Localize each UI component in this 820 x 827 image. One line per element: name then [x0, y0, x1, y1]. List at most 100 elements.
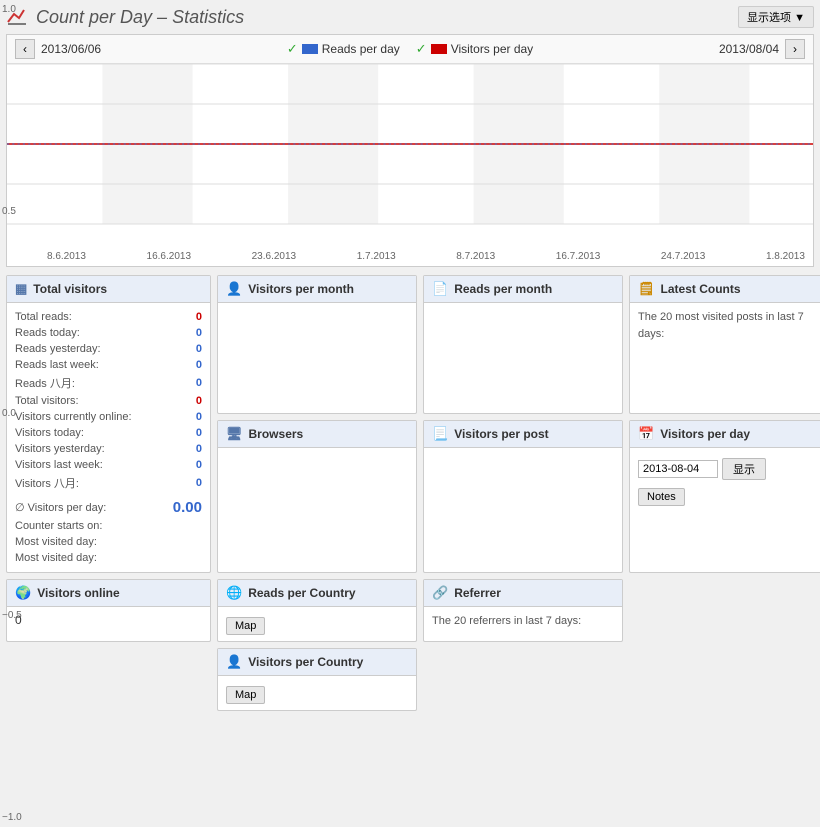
visitors-country-body: Map — [218, 676, 416, 710]
visitors-legend-label: Visitors per day — [451, 42, 533, 56]
referrer-body: The 20 referrers in last 7 days: — [424, 607, 622, 636]
visitors-country-widget: 👤 Visitors per Country Map — [217, 648, 417, 711]
visitors-month-header: 👤 Visitors per month — [218, 276, 416, 303]
reads-check-icon: ✓ — [287, 41, 298, 57]
referrer-icon: 🔗 — [432, 585, 448, 601]
reads-country-title: Reads per Country — [248, 586, 355, 600]
reads-month-widget: 📄 Reads per month — [423, 275, 623, 414]
page-title: Count per Day – Statistics — [36, 7, 244, 28]
reads-legend-label: Reads per day — [322, 42, 400, 56]
visitors-day-right-header: 📅 Visitors per day — [630, 421, 820, 448]
visitors-post-header: 📃 Visitors per post — [424, 421, 622, 448]
visitors-day-display-button[interactable]: 显示 — [722, 458, 766, 480]
chart-toolbar: ‹ 2013/06/06 ✓ Reads per day ✓ Visitors … — [7, 35, 813, 64]
chart-with-ylabels: 1.0 0.5 0.0 −0.5 −1.0 — [7, 64, 813, 249]
reads-country-widget: 🌐 Reads per Country Map — [217, 579, 417, 642]
browsers-header: 🖥 Browsers — [218, 421, 416, 448]
reads-country-header: 🌐 Reads per Country — [218, 580, 416, 607]
stat-visitors-today: Visitors today: 0 — [15, 425, 202, 441]
stat-visitors-online: Visitors currently online: 0 — [15, 409, 202, 425]
visitors-month-widget: 👤 Visitors per month — [217, 275, 417, 414]
latest-counts-body: The 20 most visited posts in last 7 days… — [630, 303, 820, 348]
referrer-widget: 🔗 Referrer The 20 referrers in last 7 da… — [423, 579, 623, 642]
legend-reads: ✓ Reads per day — [287, 41, 400, 57]
avg-label: ∅ Visitors per day: — [15, 501, 106, 514]
avg-value: 0.00 — [173, 499, 202, 516]
visitors-month-body — [218, 303, 416, 353]
browsers-title: Browsers — [249, 427, 304, 441]
visitors-country-title: Visitors per Country — [248, 655, 363, 669]
post-icon: 📃 — [432, 426, 448, 442]
total-visitors-body: Total reads: 0 Reads today: 0 Reads yest… — [7, 303, 210, 572]
stat-visitors-month: Visitors 八月: 0 — [15, 473, 202, 493]
visitors-check-icon: ✓ — [416, 41, 427, 57]
reads-icon: 📄 — [432, 281, 448, 297]
stat-most-visited-2: Most visited day: — [15, 550, 202, 566]
visitors-country-header: 👤 Visitors per Country — [218, 649, 416, 676]
visitors-online-title: Visitors online — [37, 586, 119, 600]
reads-month-header: 📄 Reads per month — [424, 276, 622, 303]
stat-reads-lastweek: Reads last week: 0 — [15, 357, 202, 373]
chart-legend: ✓ Reads per day ✓ Visitors per day — [287, 41, 533, 57]
visitors-day-controls: 显示 — [638, 454, 820, 484]
page-container: Count per Day – Statistics 显示选项 ▼ ‹ 2013… — [0, 0, 820, 717]
visitors-month-title: Visitors per month — [248, 282, 354, 296]
browser-icon: 🖥 — [226, 426, 243, 442]
browsers-body — [218, 448, 416, 498]
visitors-day-date-input[interactable] — [638, 460, 718, 478]
widgets-grid: ▦ Total visitors Total reads: 0 Reads to… — [6, 275, 814, 711]
visitors-day-notes-button[interactable]: Notes — [638, 488, 685, 506]
chart-nav-right[interactable]: › — [785, 39, 805, 59]
visitors-day-right-body: 显示 Notes — [630, 448, 820, 512]
latest-counts-desc: The 20 most visited posts in last 7 days… — [638, 311, 804, 340]
visitors-country-icon: 👤 — [226, 654, 242, 670]
visitors-online-header: 🌍 Visitors online — [7, 580, 210, 607]
chart-date-left: 2013/06/06 — [41, 42, 101, 56]
page-header: Count per Day – Statistics 显示选项 ▼ — [6, 6, 814, 28]
chart-date-right: 2013/08/04 — [719, 42, 779, 56]
referrer-header: 🔗 Referrer — [424, 580, 622, 607]
total-visitors-title: Total visitors — [33, 282, 107, 296]
stat-total-visitors: Total visitors: 0 — [15, 393, 202, 409]
visitors-color-swatch — [431, 44, 447, 54]
page-title-area: Count per Day – Statistics — [6, 6, 244, 28]
chart-canvas-area — [7, 64, 813, 249]
stat-visitors-lastweek: Visitors last week: 0 — [15, 457, 202, 473]
chart-svg — [7, 64, 813, 249]
chart-x-labels: 8.6.2013 16.6.2013 23.6.2013 1.7.2013 8.… — [7, 249, 813, 266]
legend-visitors: ✓ Visitors per day — [416, 41, 533, 57]
day-icon: 📅 — [638, 426, 654, 442]
stat-reads-month: Reads 八月: 0 — [15, 373, 202, 393]
latest-counts-widget: 🗒 Latest Counts The 20 most visited post… — [629, 275, 820, 414]
total-visitors-widget: ▦ Total visitors Total reads: 0 Reads to… — [6, 275, 211, 573]
referrer-desc: The 20 referrers in last 7 days: — [432, 615, 581, 627]
stat-visitors-yesterday: Visitors yesterday: 0 — [15, 441, 202, 457]
person-icon: 👤 — [226, 281, 242, 297]
counter-label: Counter starts on: — [15, 520, 102, 532]
total-visitors-header: ▦ Total visitors — [7, 276, 210, 303]
globe-icon: 🌐 — [226, 585, 242, 601]
visitors-day-right-title: Visitors per day — [660, 427, 750, 441]
latest-counts-title: Latest Counts — [661, 282, 741, 296]
stat-counter-starts: Counter starts on: — [15, 518, 202, 534]
visitors-online-widget: 🌍 Visitors online 0 — [6, 579, 211, 642]
display-options-button[interactable]: 显示选项 ▼ — [738, 6, 814, 28]
stat-reads-yesterday: Reads yesterday: 0 — [15, 341, 202, 357]
visitors-post-body — [424, 448, 622, 498]
visitors-post-title: Visitors per post — [454, 427, 548, 441]
visitors-day-right-widget: 📅 Visitors per day 显示 Notes — [629, 420, 820, 573]
stat-most-visited-1: Most visited day: — [15, 534, 202, 550]
stat-total-reads: Total reads: 0 — [15, 309, 202, 325]
reads-country-body: Map — [218, 607, 416, 641]
reads-country-map-button[interactable]: Map — [226, 617, 265, 635]
reads-color-swatch — [302, 44, 318, 54]
latest-counts-header: 🗒 Latest Counts — [630, 276, 820, 303]
browsers-widget: 🖥 Browsers — [217, 420, 417, 573]
visitors-online-body: 0 — [7, 607, 210, 633]
visitors-country-map-button[interactable]: Map — [226, 686, 265, 704]
referrer-title: Referrer — [454, 586, 501, 600]
visitors-post-widget: 📃 Visitors per post — [423, 420, 623, 573]
stat-avg-visitors: ∅ Visitors per day: 0.00 — [15, 497, 202, 518]
chart-section: ‹ 2013/06/06 ✓ Reads per day ✓ Visitors … — [6, 34, 814, 267]
latest-icon: 🗒 — [638, 281, 655, 297]
